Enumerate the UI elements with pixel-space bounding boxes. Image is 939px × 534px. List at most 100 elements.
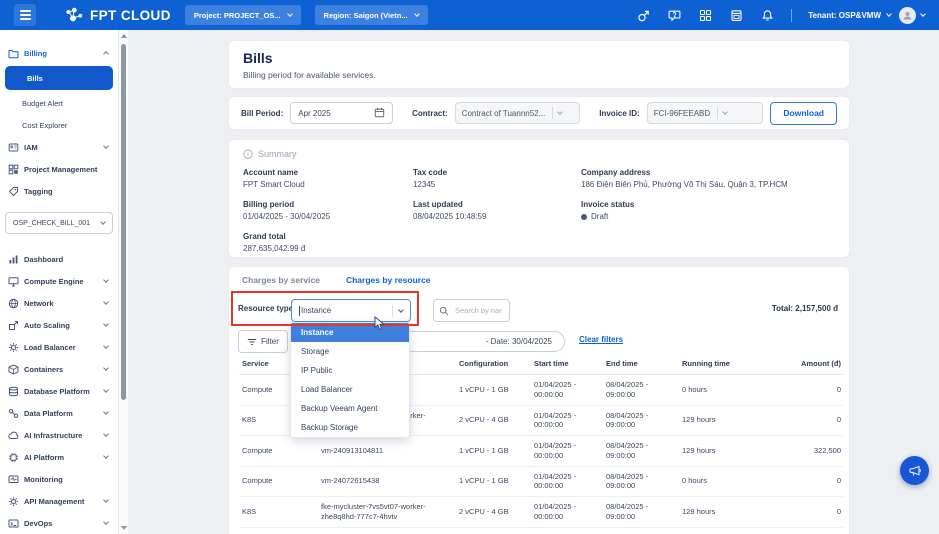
resource-type-dropdown: Instance Storage IP Public Load Balancer… <box>290 322 410 438</box>
dropdown-option-ip-public[interactable]: IP Public <box>291 361 409 380</box>
bill-period-input[interactable] <box>290 102 393 124</box>
molecule-logo-icon <box>64 7 84 24</box>
male-symbol-icon[interactable] <box>636 8 651 23</box>
sidebar-item-auto-scaling[interactable]: Auto Scaling <box>0 314 118 336</box>
tab-charges-by-resource[interactable]: Charges by resource <box>346 275 431 285</box>
sidebar-item-ai-infrastructure[interactable]: AI Infrastructure <box>0 424 118 446</box>
topbar-divider <box>791 9 792 22</box>
page-header-card: Bills Billing period for available servi… <box>228 40 850 89</box>
dropdown-option-storage[interactable]: Storage <box>291 342 409 361</box>
table-row[interactable]: Compute vm-240913104811 1 vCPU - 1 GB 01… <box>239 436 843 467</box>
chevron-down-icon <box>103 343 109 349</box>
sidebar-scrollbar[interactable] <box>118 30 128 534</box>
dropdown-option-backup-storage[interactable]: Backup Storage <box>291 418 409 437</box>
resource-type-select[interactable]: Instance <box>291 299 411 322</box>
summary-field-account-name: Account name FPT Smart Cloud <box>243 168 413 189</box>
clear-filters-link[interactable]: Clear filters <box>579 335 623 344</box>
search-box[interactable] <box>433 299 510 322</box>
sidebar-item-bills[interactable]: Bills <box>5 66 113 90</box>
cell-configuration: 2 vCPU - 4 GB <box>456 405 531 436</box>
sidebar-item-cost-explorer[interactable]: Cost Explorer <box>0 114 118 136</box>
cell-amount: 322,500 <box>769 436 843 467</box>
sidebar-item-project-management[interactable]: Project Management <box>0 158 118 180</box>
logo-text: FPT CLOUD <box>90 8 171 23</box>
cell-start-time: 01/04/2025 - 00:00:00 <box>531 405 603 436</box>
apps-grid-icon[interactable] <box>698 8 713 23</box>
cell-running-time: 129 hours <box>679 436 769 467</box>
download-button[interactable]: Download <box>770 102 837 125</box>
sidebar-item-database-platform[interactable]: Database Platform <box>0 380 118 402</box>
chevron-down-icon <box>103 409 109 415</box>
total-amount: Total: 2,157,500 đ <box>772 304 838 313</box>
main-content: Bills Billing period for available servi… <box>128 30 939 534</box>
project-selector[interactable]: Project: PROJECT_OS... <box>185 5 301 25</box>
user-menu[interactable] <box>899 7 925 24</box>
menu-icon <box>8 474 19 485</box>
invoice-id-select[interactable]: FCI-96FEEABD <box>647 102 764 124</box>
cell-start-time: 01/04/2025 - 00:00:00 <box>531 466 603 497</box>
tab-charges-by-service[interactable]: Charges by service <box>242 275 320 285</box>
sidebar-item-budget-alert[interactable]: Budget Alert <box>0 92 118 114</box>
table-row[interactable]: K8S fke-mycluster-7vs5vt07-worker-zhe8q8… <box>239 497 843 528</box>
sidebar-item-network[interactable]: Network <box>0 292 118 314</box>
sidebar-item-billing[interactable]: Billing <box>0 42 118 64</box>
cell-service: K8S <box>239 497 318 528</box>
sidebar-item-monitoring[interactable]: Monitoring <box>0 468 118 490</box>
dropdown-option-load-balancer[interactable]: Load Balancer <box>291 380 409 399</box>
chevron-down-icon <box>103 497 109 503</box>
region-selector[interactable]: Region: Saigon (Vietn... <box>315 5 428 25</box>
calendar-icon[interactable] <box>374 107 385 120</box>
cell-service: Compute <box>239 466 318 497</box>
avatar <box>899 7 916 24</box>
notifications-bell-icon[interactable] <box>760 8 775 23</box>
col-end-time: End time <box>603 353 679 375</box>
bill-period-value[interactable] <box>298 109 370 118</box>
menu-icon <box>8 408 19 419</box>
summary-field-billing-period: Billing period 01/04/2025 - 30/04/2025 <box>243 200 413 221</box>
cell-amount: 322,500 <box>769 527 843 534</box>
cell-service: Compute <box>239 436 318 467</box>
filter-button[interactable]: Filter <box>238 330 288 353</box>
sidebar-item-containers[interactable]: Containers <box>0 358 118 380</box>
tenant-selector[interactable]: Tenant: OSP&VMW <box>808 11 891 20</box>
cell-running-time: 129 hours <box>679 405 769 436</box>
sidebar-item-api-management[interactable]: API Management <box>0 490 118 512</box>
chevron-down-icon <box>103 453 109 459</box>
sidebar-item-compute-engine[interactable]: Compute Engine <box>0 270 118 292</box>
sidebar-item-dashboard[interactable]: Dashboard <box>0 248 118 270</box>
col-running-time: Running time <box>679 353 769 375</box>
search-input[interactable] <box>453 305 504 316</box>
cell-amount: 0 <box>769 466 843 497</box>
dropdown-option-backup-veeam-agent[interactable]: Backup Veeam Agent <box>291 399 409 418</box>
cell-end-time: 08/04/2025 - 09:00:00 <box>603 436 679 467</box>
sidebar-item-iam[interactable]: IAM <box>0 136 118 158</box>
cell-configuration: 1 vCPU - 1 GB <box>456 375 531 406</box>
sidebar-item-devops[interactable]: DevOps <box>0 512 118 534</box>
dropdown-option-instance[interactable]: Instance <box>291 323 409 342</box>
col-start-time: Start time <box>531 353 603 375</box>
sidebar-item-ai-platform[interactable]: AI Platform <box>0 446 118 468</box>
cell-configuration: 1 vCPU - 1 GB <box>456 527 531 534</box>
sidebar-item-data-platform[interactable]: Data Platform <box>0 402 118 424</box>
document-icon[interactable] <box>729 8 744 23</box>
table-row[interactable]: Compute vm-240725111837 1 vCPU - 1 GB 01… <box>239 527 843 534</box>
hamburger-menu-icon[interactable] <box>14 4 36 26</box>
contract-select[interactable]: Contract of Tuannn52... <box>455 102 581 124</box>
cell-resource-name: vm-240725111837 <box>318 527 456 534</box>
chevron-down-icon <box>920 11 926 17</box>
project-select[interactable]: OSP_CHECK_BILL_001 <box>5 212 113 234</box>
bill-filters-card: Bill Period: Contract: Contract of Tuann… <box>228 96 850 130</box>
cell-amount: 0 <box>769 405 843 436</box>
chevron-down-icon <box>103 299 109 305</box>
menu-icon <box>8 430 19 441</box>
scroll-down-arrow[interactable] <box>121 526 127 530</box>
sidebar-item-load-balancer[interactable]: Load Balancer <box>0 336 118 358</box>
announcement-fab[interactable] <box>900 456 929 485</box>
scrollbar-thumb[interactable] <box>121 44 126 400</box>
summary-field-last-updated: Last updated 08/04/2025 10:48:59 <box>413 200 581 221</box>
sidebar-item-tagging[interactable]: Tagging <box>0 180 118 202</box>
chevron-down-icon <box>886 11 892 17</box>
table-row[interactable]: Compute vm-24072615438 1 vCPU - 1 GB 01/… <box>239 466 843 497</box>
scroll-up-arrow[interactable] <box>121 34 127 38</box>
support-chat-icon[interactable] <box>667 8 682 23</box>
